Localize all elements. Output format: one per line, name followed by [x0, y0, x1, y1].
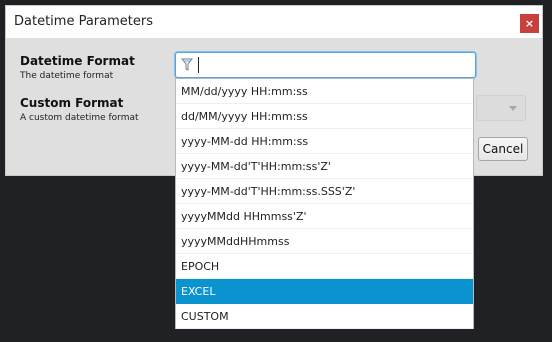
datetime-format-help: The datetime format	[20, 71, 114, 81]
datetime-format-label: Datetime Format	[20, 54, 135, 68]
chevron-down-icon	[509, 106, 517, 111]
dropdown-option[interactable]: EXCEL	[176, 279, 473, 304]
cancel-button[interactable]: Cancel	[478, 137, 528, 161]
dropdown-option[interactable]: yyyy-MM-dd HH:mm:ss	[176, 129, 473, 154]
dialog-titlebar: Datetime Parameters ×	[6, 6, 542, 38]
dropdown-option[interactable]: yyyy-MM-dd'T'HH:mm:ss.SSS'Z'	[176, 179, 473, 204]
filter-icon	[181, 58, 193, 71]
text-caret	[198, 57, 199, 73]
dropdown-option[interactable]: dd/MM/yyyy HH:mm:ss	[176, 104, 473, 129]
close-icon: ×	[524, 17, 535, 30]
datetime-format-dropdown[interactable]: MM/dd/yyyy HH:mm:ss dd/MM/yyyy HH:mm:ss yy…	[175, 78, 474, 329]
dropdown-option[interactable]: EPOCH	[176, 254, 473, 279]
dropdown-option[interactable]: yyyy-MM-dd'T'HH:mm:ss'Z'	[176, 154, 473, 179]
custom-format-combo[interactable]	[476, 95, 526, 121]
dropdown-option[interactable]: yyyyMMdd HHmmss'Z'	[176, 204, 473, 229]
dropdown-option[interactable]: MM/dd/yyyy HH:mm:ss	[176, 79, 473, 104]
datetime-format-search-input[interactable]	[175, 52, 476, 78]
close-button[interactable]: ×	[520, 14, 539, 33]
custom-format-help: A custom datetime format	[20, 113, 139, 123]
dropdown-option[interactable]: yyyyMMddHHmmss	[176, 229, 473, 254]
custom-format-label: Custom Format	[20, 96, 124, 110]
dropdown-option[interactable]: CUSTOM	[176, 304, 473, 329]
dialog-title: Datetime Parameters	[14, 14, 153, 29]
